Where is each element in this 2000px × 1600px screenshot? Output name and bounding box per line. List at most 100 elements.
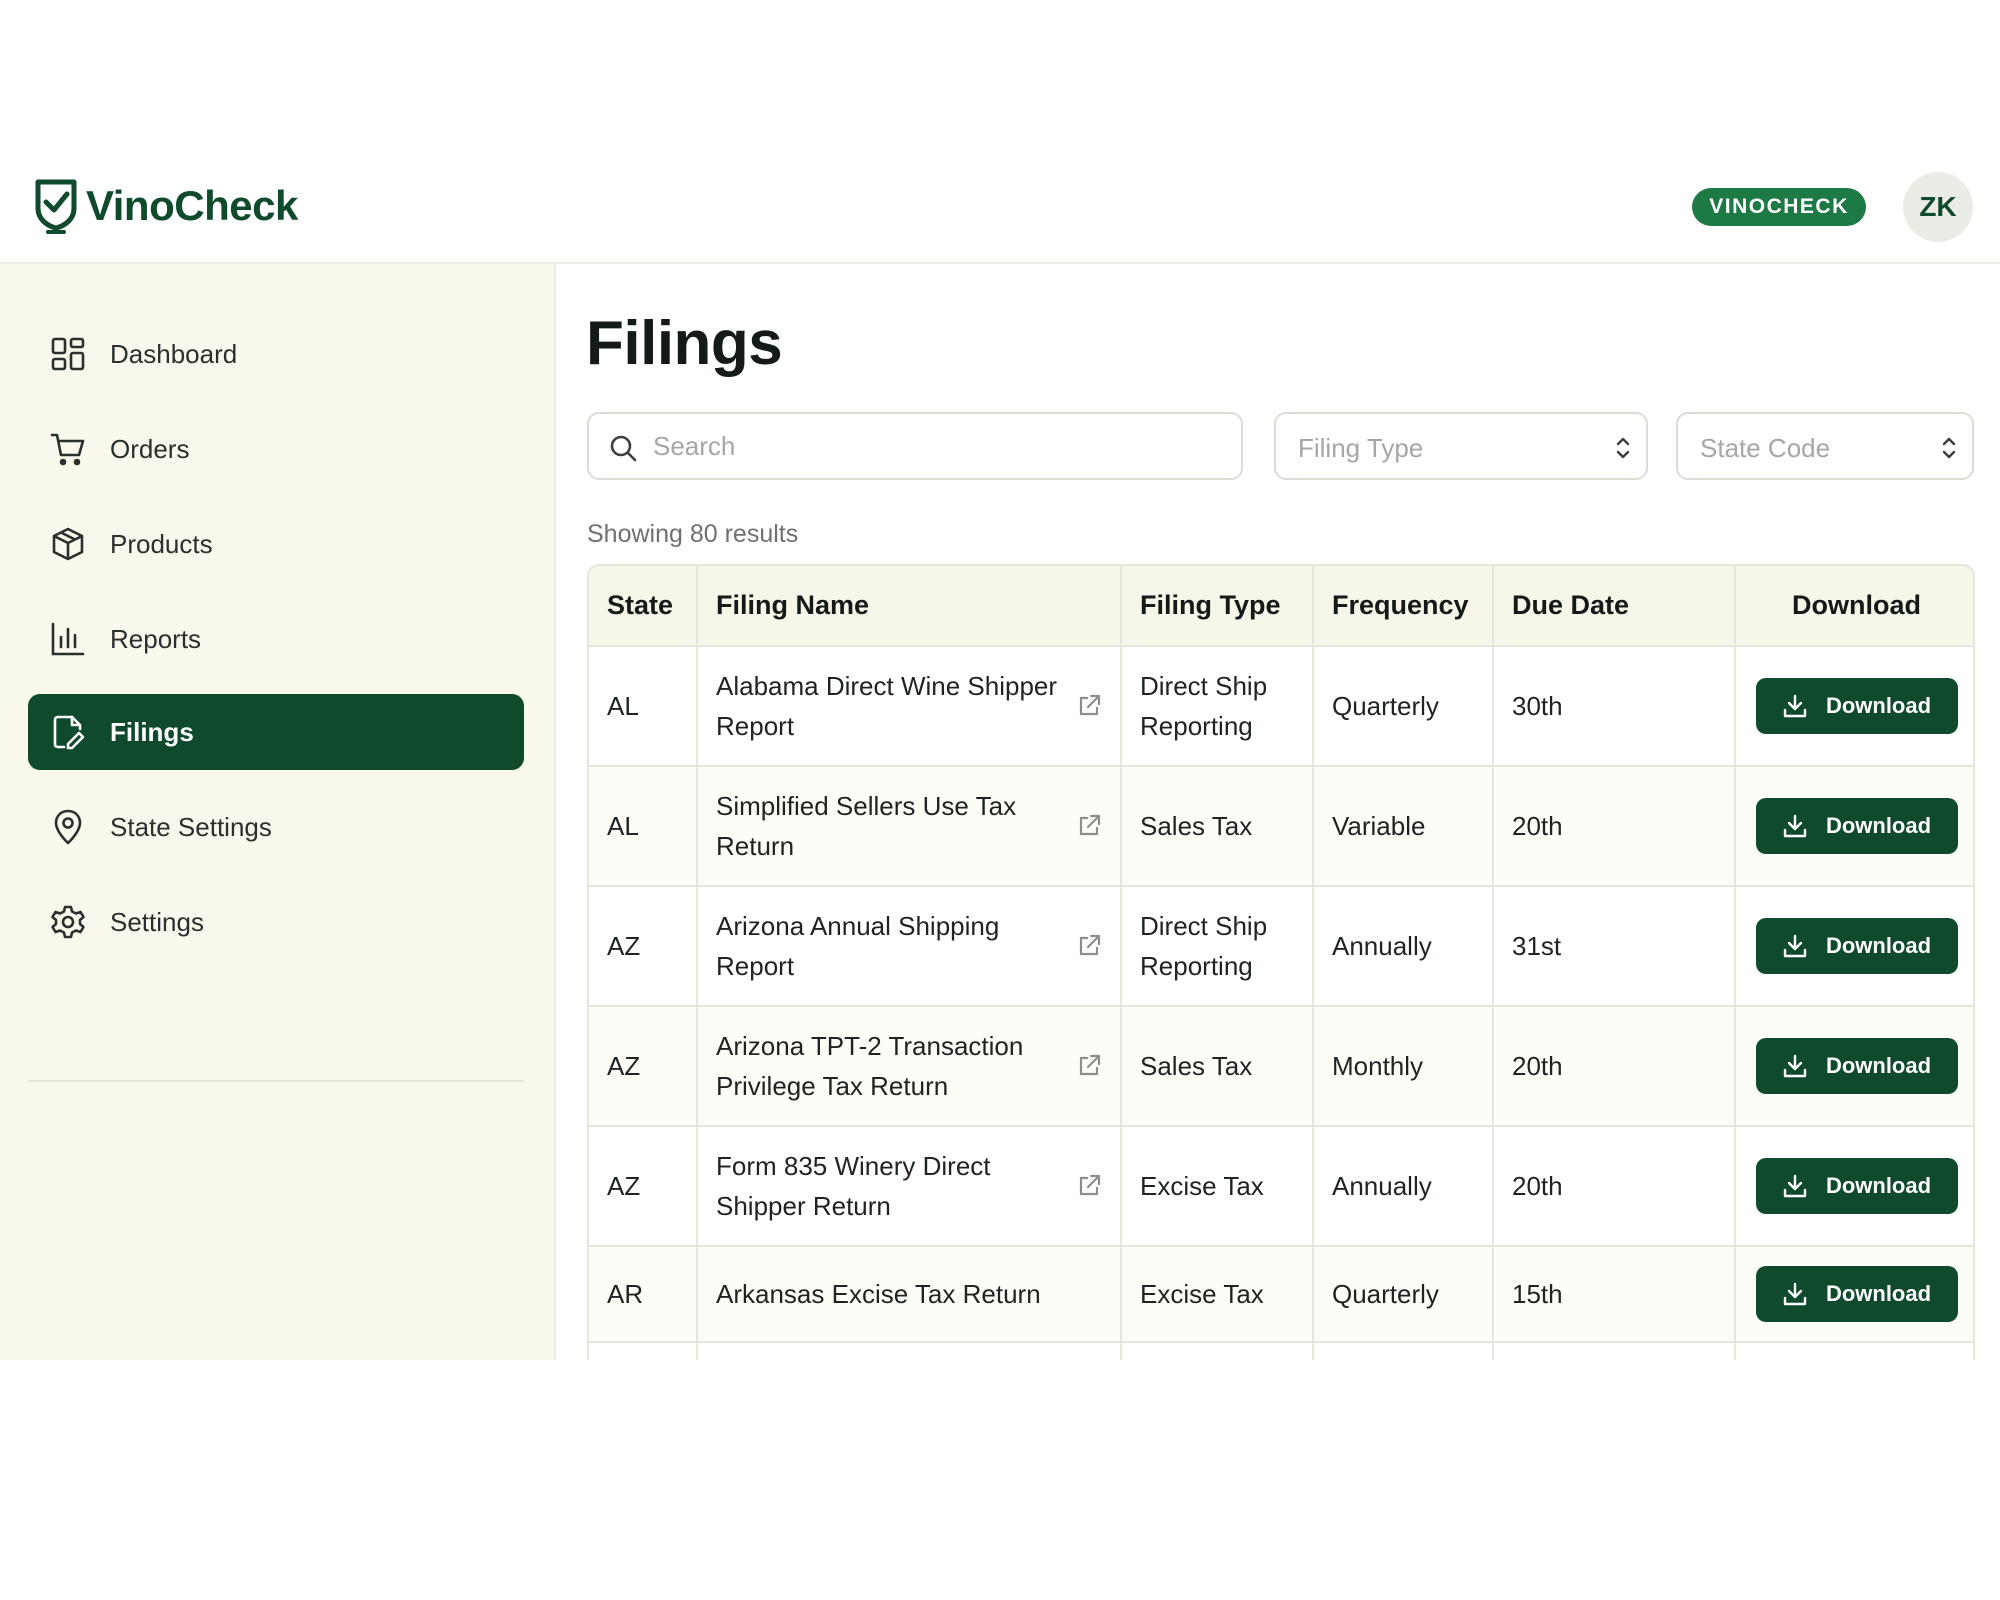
filing-name-cell[interactable]: Simplified Sellers Use Tax Return [697, 766, 1122, 887]
frequency-cell: Quarterly [1313, 646, 1494, 767]
frequency-cell: Variable [1313, 766, 1494, 887]
download-cell: Download [1735, 766, 1973, 887]
table-row: AL Simplified Sellers Use Tax Return Sal… [589, 766, 1973, 887]
state-cell [589, 1342, 698, 1360]
filing-type-cell: Direct Ship Reporting [1121, 646, 1314, 767]
logo-text: VinoCheck [86, 182, 298, 229]
vinocheck-logo[interactable]: VinoCheck [34, 178, 298, 234]
state-cell: AL [589, 766, 698, 887]
column-header-state[interactable]: State [589, 566, 698, 647]
filing-type-placeholder: Filing Type [1298, 433, 1424, 463]
filing-name-cell[interactable]: Alabama Direct Wine Shipper Report [697, 646, 1122, 767]
filing-name-cell[interactable]: Arkansas Excise Tax Return [697, 1246, 1122, 1343]
download-label: Download [1825, 1281, 1932, 1306]
download-cell: Download [1735, 646, 1973, 767]
column-header-filing-type[interactable]: Filing Type [1121, 566, 1314, 647]
filings-table: State Filing Name Filing Type Frequency … [587, 564, 1975, 1360]
table-row [589, 1342, 1973, 1360]
download-icon [1783, 1054, 1807, 1078]
sidebar-item-products[interactable]: Products [28, 506, 524, 582]
table-header-row: State Filing Name Filing Type Frequency … [589, 566, 1973, 647]
download-icon [1783, 1174, 1807, 1198]
external-link-icon[interactable] [1076, 813, 1102, 839]
chevron-up-down-icon [1616, 437, 1630, 459]
state-cell: AZ [589, 1126, 698, 1247]
download-button[interactable]: Download [1755, 918, 1958, 974]
download-button[interactable]: Download [1755, 1266, 1958, 1322]
sidebar-item-filings[interactable]: Filings [28, 694, 524, 770]
filing-name-cell[interactable]: Arizona Annual Shipping Report [697, 886, 1122, 1007]
download-icon [1783, 694, 1807, 718]
top-header: VinoCheck VINOCHECK ZK [0, 120, 2000, 264]
table-row: AL Alabama Direct Wine Shipper Report Di… [589, 646, 1973, 767]
search-icon [610, 435, 637, 462]
download-icon [1783, 814, 1807, 838]
download-button[interactable]: Download [1755, 678, 1958, 734]
column-header-download: Download [1735, 566, 1973, 647]
frequency-cell [1313, 1342, 1494, 1360]
column-header-filing-name[interactable]: Filing Name [697, 566, 1122, 647]
filing-type-cell [1121, 1342, 1314, 1360]
filing-type-select[interactable]: Filing Type [1274, 412, 1648, 480]
external-link-icon[interactable] [1076, 1173, 1102, 1199]
state-cell: AZ [589, 886, 698, 1007]
download-button[interactable]: Download [1755, 798, 1958, 854]
due-date-cell: 30th [1493, 646, 1736, 767]
filing-name-text: Alabama Direct Wine Shipper Report [716, 671, 1058, 741]
sidebar-divider [28, 1080, 524, 1082]
map-pin-icon [54, 809, 82, 845]
state-code-select[interactable]: State Code [1676, 412, 1974, 480]
due-date-cell: 20th [1493, 766, 1736, 887]
sidebar-item-orders[interactable]: Orders [28, 411, 524, 487]
frequency-cell: Annually [1313, 1126, 1494, 1247]
user-avatar[interactable]: ZK [1903, 172, 1973, 242]
search-input[interactable] [653, 426, 1223, 466]
state-cell: AL [589, 646, 698, 767]
org-badge[interactable]: VINOCHECK [1692, 188, 1866, 226]
download-button[interactable]: Download [1755, 1158, 1958, 1214]
download-icon [1783, 934, 1807, 958]
external-link-icon[interactable] [1076, 933, 1102, 959]
due-date-cell: 20th [1493, 1006, 1736, 1127]
column-header-frequency[interactable]: Frequency [1313, 566, 1494, 647]
frequency-cell: Monthly [1313, 1006, 1494, 1127]
external-link-icon[interactable] [1076, 1053, 1102, 1079]
sidebar-item-label: Settings [110, 906, 204, 937]
download-cell: Download [1735, 886, 1973, 1007]
page-title: Filings [586, 309, 783, 378]
gear-icon [51, 905, 85, 939]
filing-type-cell: Sales Tax [1121, 1006, 1314, 1127]
sidebar-item-reports[interactable]: Reports [28, 601, 524, 677]
filing-type-cell: Direct Ship Reporting [1121, 886, 1314, 1007]
filing-type-cell: Excise Tax [1121, 1246, 1314, 1343]
download-label: Download [1825, 813, 1932, 838]
sidebar-item-state-settings[interactable]: State Settings [28, 789, 524, 865]
download-cell: Download [1735, 1126, 1973, 1247]
filing-name-cell[interactable]: Form 835 Winery Direct Shipper Return [697, 1126, 1122, 1247]
download-label: Download [1825, 1053, 1932, 1078]
shield-check-logo-icon [35, 179, 77, 234]
external-link-icon[interactable] [1076, 693, 1102, 719]
sidebar-item-settings[interactable]: Settings [28, 884, 524, 960]
search-box[interactable] [587, 412, 1243, 480]
main-content: Filings Filing Type State Code Showing 8… [556, 264, 2000, 1360]
document-edit-icon [53, 715, 85, 750]
download-button[interactable]: Download [1755, 1038, 1958, 1094]
filing-name-text: Arkansas Excise Tax Return [716, 1279, 1041, 1309]
sidebar-item-label: Reports [110, 623, 202, 654]
due-date-cell: 31st [1493, 886, 1736, 1007]
filing-name-text: Arizona TPT-2 Transaction Privilege Tax … [716, 1031, 1024, 1101]
table-row: AZ Arizona TPT-2 Transaction Privilege T… [589, 1006, 1973, 1127]
download-label: Download [1825, 1173, 1932, 1198]
filing-type-cell: Excise Tax [1121, 1126, 1314, 1247]
due-date-cell: 15th [1493, 1246, 1736, 1343]
shopping-cart-icon [50, 433, 85, 466]
sidebar-item-label: Orders [110, 433, 190, 464]
filing-name-cell [697, 1342, 1122, 1360]
sidebar-item-dashboard[interactable]: Dashboard [28, 316, 524, 392]
table-row: AZ Arizona Annual Shipping Report Direct… [589, 886, 1973, 1007]
table-row: AR Arkansas Excise Tax Return Excise Tax… [589, 1246, 1973, 1343]
app-window: VinoCheck VINOCHECK ZK Dashboard Orders … [0, 120, 2000, 1360]
column-header-due-date[interactable]: Due Date [1493, 566, 1736, 647]
filing-name-cell[interactable]: Arizona TPT-2 Transaction Privilege Tax … [697, 1006, 1122, 1127]
